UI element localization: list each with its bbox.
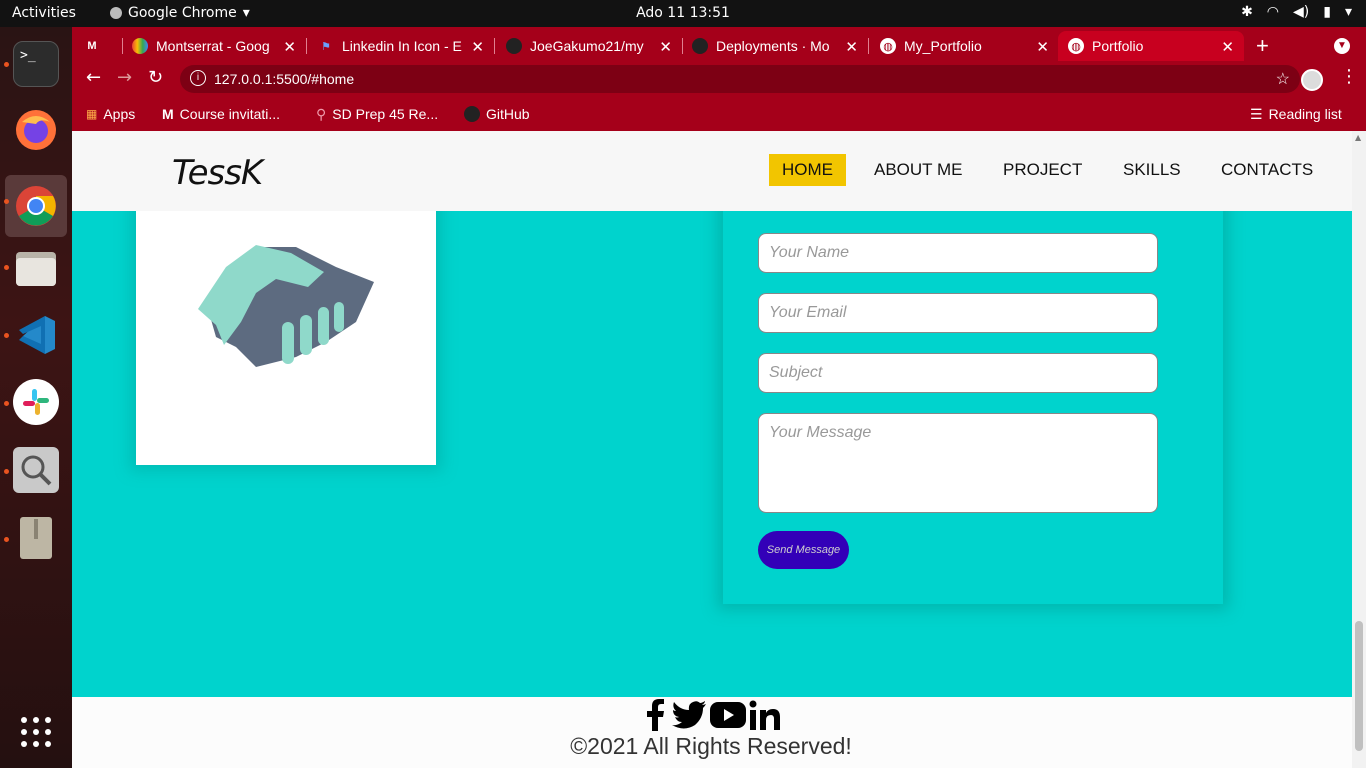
- chrome-icon[interactable]: [5, 175, 67, 237]
- files-icon[interactable]: [13, 245, 59, 291]
- gmail-icon: M: [87, 40, 97, 52]
- globe-icon: ◍: [880, 38, 896, 54]
- tab-strip: M Montserrat - Goog ✕ ⚑ Linkedin In Icon -…: [72, 27, 1366, 61]
- dock: >_: [0, 27, 72, 768]
- tab-search-button[interactable]: ▼: [1334, 31, 1358, 61]
- handshake-icon: [198, 245, 374, 367]
- pin-icon: ⚲: [316, 105, 327, 122]
- site-footer: ©2021 All Rights Reserved!: [72, 697, 1352, 768]
- google-fonts-icon: [132, 38, 148, 54]
- github-icon: [506, 38, 522, 54]
- terminal-icon[interactable]: >_: [13, 41, 59, 87]
- bookmark-course[interactable]: M Course invitati...: [162, 103, 280, 125]
- close-icon[interactable]: ✕: [659, 38, 672, 56]
- site-header: TessK HOME ABOUT ME PROJECT SKILLS CONTA…: [72, 131, 1352, 211]
- slack-tray-icon: ✱: [1241, 4, 1253, 20]
- youtube-icon[interactable]: [710, 699, 746, 731]
- wifi-icon: ◠: [1266, 4, 1280, 20]
- profile-avatar[interactable]: [1301, 69, 1323, 91]
- address-bar[interactable]: i 127.0.0.1:5500/#home ☆: [180, 65, 1300, 93]
- send-message-button[interactable]: Send Message: [758, 531, 849, 569]
- battery-icon: ▮: [1323, 4, 1331, 20]
- image-viewer-icon[interactable]: [13, 447, 59, 493]
- close-icon[interactable]: ✕: [283, 38, 296, 56]
- back-icon[interactable]: ←: [86, 67, 101, 88]
- github-icon: [692, 38, 708, 54]
- name-input[interactable]: Your Name: [758, 233, 1158, 273]
- tab-github-repo[interactable]: JoeGakumo21/my ✕: [506, 31, 678, 61]
- flag-icon: ⚑: [321, 40, 331, 53]
- scrollbar-thumb[interactable]: [1355, 621, 1363, 751]
- vscode-icon[interactable]: [13, 312, 59, 358]
- tab-deployments[interactable]: Deployments · Mo ✕: [692, 31, 864, 61]
- copyright-text: ©2021 All Rights Reserved!: [570, 733, 852, 759]
- close-icon[interactable]: ✕: [845, 38, 858, 56]
- reading-list[interactable]: ☰ Reading list: [1250, 103, 1342, 125]
- info-icon: i: [190, 70, 206, 86]
- menu-dots-icon[interactable]: ⋮: [1340, 66, 1358, 87]
- reading-list-icon: ☰: [1250, 105, 1263, 122]
- new-tab-button[interactable]: +: [1256, 31, 1276, 61]
- message-textarea[interactable]: Your Message: [758, 413, 1158, 513]
- email-input[interactable]: Your Email: [758, 293, 1158, 333]
- scroll-up-icon[interactable]: ▲: [1355, 133, 1361, 142]
- reload-icon[interactable]: ↻: [148, 67, 163, 88]
- tab-gmail[interactable]: M: [84, 31, 120, 61]
- linkedin-icon[interactable]: [749, 699, 781, 731]
- nav-home[interactable]: HOME: [769, 154, 846, 186]
- tab-montserrat[interactable]: Montserrat - Goog ✕: [132, 31, 302, 61]
- close-icon[interactable]: ✕: [471, 38, 484, 56]
- github-icon: [464, 106, 480, 122]
- chevron-down-icon: ▼: [1334, 38, 1350, 54]
- globe-icon: ◍: [1068, 38, 1084, 54]
- firefox-icon[interactable]: [13, 107, 59, 153]
- nav-skills[interactable]: SKILLS: [1110, 154, 1194, 186]
- nav-project[interactable]: PROJECT: [990, 154, 1095, 186]
- star-icon[interactable]: ☆: [1276, 69, 1290, 89]
- twitter-icon[interactable]: [672, 699, 706, 731]
- forward-icon[interactable]: →: [117, 67, 132, 88]
- close-icon[interactable]: ✕: [1036, 38, 1049, 56]
- slack-icon[interactable]: [13, 379, 59, 425]
- bookmark-github[interactable]: GitHub: [464, 103, 530, 125]
- contact-image-card: [136, 191, 436, 465]
- volume-icon: ◀): [1293, 4, 1310, 20]
- system-top-bar: Activities Google Chrome ▾ Ado 11 13:51 ✱…: [0, 0, 1366, 27]
- browser-chrome: M Montserrat - Goog ✕ ⚑ Linkedin In Icon -…: [72, 27, 1366, 131]
- close-icon[interactable]: ✕: [1221, 38, 1234, 56]
- site-logo[interactable]: TessK: [172, 153, 263, 193]
- show-apps-icon[interactable]: [13, 709, 59, 755]
- bookmark-apps[interactable]: ▦ Apps: [86, 103, 135, 125]
- bookmark-sd-prep[interactable]: ⚲ SD Prep 45 Re...: [316, 103, 438, 125]
- nav-contacts[interactable]: CONTACTS: [1208, 154, 1326, 186]
- clock[interactable]: Ado 11 13:51: [0, 5, 1366, 21]
- tab-my-portfolio[interactable]: ◍ My_Portfolio ✕: [880, 31, 1055, 61]
- nav-about-me[interactable]: ABOUT ME: [861, 154, 975, 186]
- apps-grid-icon: ▦: [86, 107, 98, 121]
- archive-manager-icon[interactable]: [13, 515, 59, 561]
- url-text: 127.0.0.1:5500/#home: [214, 71, 355, 87]
- web-page: TessK HOME ABOUT ME PROJECT SKILLS CONTA…: [72, 131, 1352, 768]
- system-tray[interactable]: ✱ ◠ ◀) ▮ ▾: [1241, 4, 1352, 20]
- contact-form-card: Your Name Your Email Subject Your Messag…: [723, 191, 1223, 604]
- tab-linkedin-icon[interactable]: ⚑ Linkedin In Icon - E ✕: [318, 31, 490, 61]
- chevron-down-icon: ▾: [1344, 4, 1352, 20]
- subject-input[interactable]: Subject: [758, 353, 1158, 393]
- facebook-icon[interactable]: [645, 699, 665, 731]
- tab-portfolio[interactable]: ◍ Portfolio ✕: [1058, 31, 1244, 61]
- page-scrollbar[interactable]: ▲: [1352, 131, 1366, 768]
- gmail-icon: M: [162, 106, 174, 122]
